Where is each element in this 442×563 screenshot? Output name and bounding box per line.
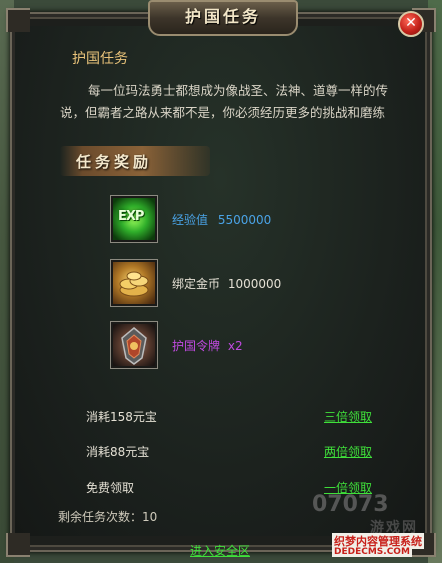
- reward-label: 护国令牌: [172, 339, 221, 353]
- claim-cost: 消耗88元宝: [86, 445, 150, 459]
- rewards-header: 任务奖励: [60, 146, 210, 176]
- watermark: 07073 游戏网 织梦内容管理系统 DEDECMS.COM: [312, 492, 442, 563]
- close-icon: ✕: [405, 15, 417, 31]
- frame-corner-ornament: [6, 533, 30, 557]
- token-icon[interactable]: [110, 321, 158, 369]
- quest-description: 每一位玛法勇士都想成为像战圣、法神、道尊一样的传说，但霸者之路从来都不是，你必须…: [60, 83, 389, 120]
- reward-value: 5500000: [217, 213, 272, 227]
- claim-triple-link[interactable]: 三倍领取: [324, 408, 372, 425]
- watermark-overlay-url: DEDECMS.COM: [332, 547, 412, 557]
- reward-value: x2: [227, 339, 243, 353]
- rewards-header-label: 任务奖励: [76, 153, 153, 171]
- claim-option-double: 消耗88元宝 两倍领取: [86, 443, 386, 460]
- dialog-title: 护国任务: [148, 0, 298, 36]
- token-graphic: [121, 327, 147, 365]
- reward-text: 护国令牌 x2: [172, 337, 243, 354]
- gold-coins-icon[interactable]: [110, 259, 158, 307]
- claim-cost: 免费领取: [86, 481, 135, 495]
- exp-icon-label: EXP: [118, 209, 144, 224]
- claim-option-triple: 消耗158元宝 三倍领取: [86, 408, 386, 425]
- reward-text: 绑定金币 1000000: [172, 275, 281, 292]
- reward-text: 经验值 5500000: [172, 211, 271, 228]
- exp-icon[interactable]: EXP: [110, 195, 158, 243]
- reward-value: 1000000: [227, 277, 282, 291]
- reward-label: 绑定金币: [172, 277, 221, 291]
- claim-double-link[interactable]: 两倍领取: [324, 443, 372, 460]
- remaining-count: 剩余任务次数：10: [58, 508, 157, 525]
- enter-safe-zone-link[interactable]: 进入安全区: [190, 542, 250, 559]
- remaining-value: 10: [142, 510, 158, 524]
- coin-pile-graphic: [119, 271, 149, 297]
- reward-label: 经验值: [172, 213, 209, 227]
- remaining-label: 剩余任务次数：: [58, 510, 143, 524]
- close-button[interactable]: ✕: [398, 11, 424, 37]
- frame-corner-ornament: [6, 8, 30, 32]
- claim-cost: 消耗158元宝: [86, 410, 157, 424]
- watermark-logo: 07073: [312, 492, 389, 517]
- quest-name: 护国任务: [72, 51, 128, 67]
